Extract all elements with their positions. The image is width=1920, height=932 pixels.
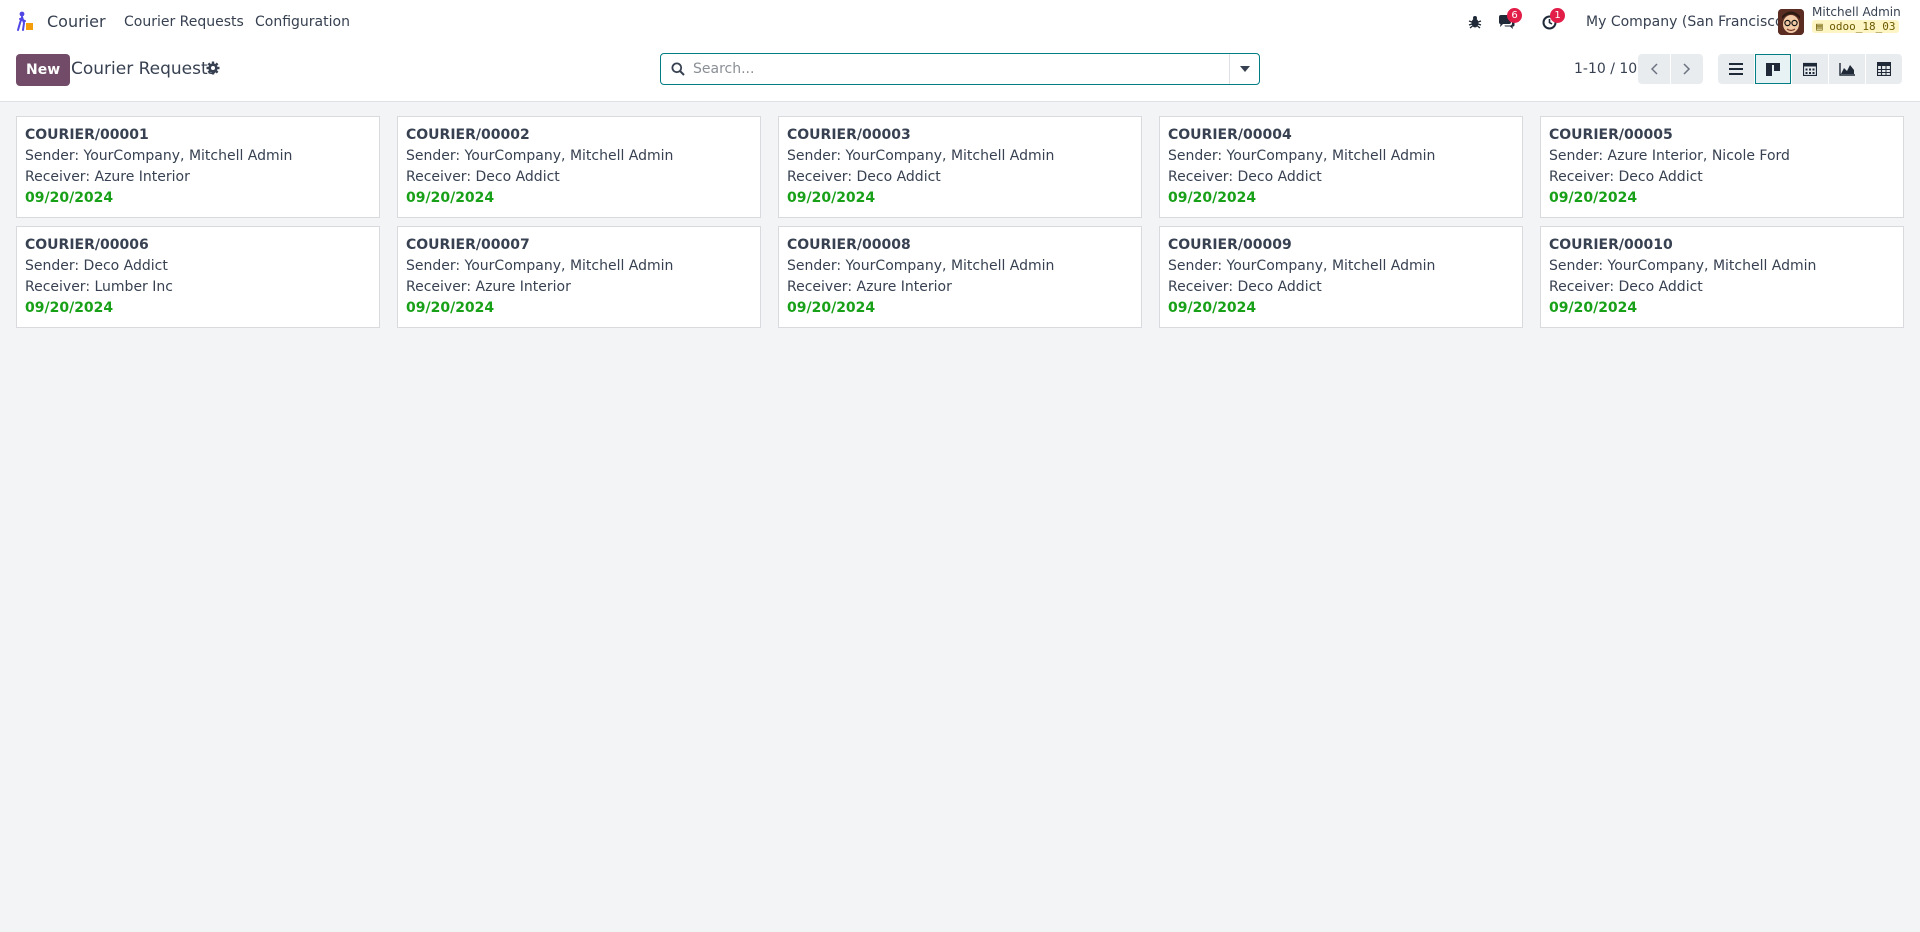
app-name[interactable]: Courier	[47, 12, 106, 31]
record-date: 09/20/2024	[1168, 300, 1257, 316]
search-input[interactable]	[693, 54, 1218, 84]
record-date: 09/20/2024	[406, 300, 495, 316]
top-navbar: Courier Courier Requests Configuration 6…	[0, 0, 1920, 44]
record-receiver: Receiver: Azure Interior	[25, 169, 190, 185]
record-reference: COURIER/00003	[787, 127, 911, 143]
record-receiver: Receiver: Azure Interior	[406, 279, 571, 295]
record-reference: COURIER/00007	[406, 237, 530, 253]
record-date: 09/20/2024	[406, 190, 495, 206]
record-reference: COURIER/00005	[1549, 127, 1673, 143]
record-sender: Sender: YourCompany, Mitchell Admin	[25, 148, 293, 164]
kanban-card[interactable]: COURIER/00003 Sender: YourCompany, Mitch…	[778, 116, 1142, 218]
record-reference: COURIER/00009	[1168, 237, 1292, 253]
record-sender: Sender: YourCompany, Mitchell Admin	[1168, 148, 1436, 164]
record-sender: Sender: YourCompany, Mitchell Admin	[406, 148, 674, 164]
activities-count-badge: 1	[1550, 8, 1565, 23]
caret-down-icon	[1239, 66, 1250, 72]
pager-previous-button[interactable]	[1638, 54, 1670, 84]
record-sender: Sender: Deco Addict	[25, 258, 168, 274]
record-reference: COURIER/00010	[1549, 237, 1673, 253]
menu-courier-requests[interactable]: Courier Requests	[124, 14, 244, 30]
menu-configuration[interactable]: Configuration	[255, 14, 350, 30]
record-sender: Sender: YourCompany, Mitchell Admin	[787, 258, 1055, 274]
gear-icon[interactable]	[206, 61, 220, 75]
control-panel: New Courier Requests 1-10 / 10	[0, 44, 1920, 102]
page-title: Courier Requests	[71, 59, 217, 79]
search-icon	[671, 62, 685, 76]
record-date: 09/20/2024	[1549, 300, 1638, 316]
kanban-card[interactable]: COURIER/00002 Sender: YourCompany, Mitch…	[397, 116, 761, 218]
pivot-view-icon	[1877, 62, 1891, 76]
record-sender: Sender: YourCompany, Mitchell Admin	[1549, 258, 1817, 274]
record-reference: COURIER/00004	[1168, 127, 1292, 143]
kanban-view-icon	[1766, 62, 1780, 76]
kanban-card[interactable]: COURIER/00001 Sender: YourCompany, Mitch…	[16, 116, 380, 218]
database-name-tag: ▤ odoo_18_03	[1812, 20, 1900, 33]
record-receiver: Receiver: Deco Addict	[1549, 279, 1703, 295]
calendar-view-button[interactable]	[1792, 54, 1828, 84]
kanban-card[interactable]: COURIER/00010 Sender: YourCompany, Mitch…	[1540, 226, 1904, 328]
activities-clock-icon[interactable]: 1	[1539, 8, 1565, 32]
kanban-view-button[interactable]	[1755, 54, 1791, 84]
record-date: 09/20/2024	[1168, 190, 1257, 206]
record-receiver: Receiver: Deco Addict	[1168, 169, 1322, 185]
record-receiver: Receiver: Azure Interior	[787, 279, 952, 295]
pivot-view-button[interactable]	[1866, 54, 1902, 84]
user-avatar[interactable]	[1778, 9, 1804, 35]
record-date: 09/20/2024	[25, 190, 114, 206]
record-receiver: Receiver: Deco Addict	[1168, 279, 1322, 295]
record-date: 09/20/2024	[787, 300, 876, 316]
record-receiver: Receiver: Deco Addict	[787, 169, 941, 185]
list-view-button[interactable]	[1718, 54, 1754, 84]
chevron-right-icon	[1683, 63, 1691, 75]
kanban-card[interactable]: COURIER/00006 Sender: Deco Addict Receiv…	[16, 226, 380, 328]
record-receiver: Receiver: Deco Addict	[1549, 169, 1703, 185]
user-name[interactable]: Mitchell Admin	[1812, 5, 1901, 19]
record-date: 09/20/2024	[787, 190, 876, 206]
record-sender: Sender: YourCompany, Mitchell Admin	[1168, 258, 1436, 274]
record-date: 09/20/2024	[25, 300, 114, 316]
database-name: odoo_18_03	[1829, 20, 1896, 33]
kanban-card[interactable]: COURIER/00008 Sender: YourCompany, Mitch…	[778, 226, 1142, 328]
search-options-toggle[interactable]	[1229, 54, 1259, 84]
graph-view-button[interactable]	[1829, 54, 1865, 84]
calendar-view-icon	[1803, 62, 1817, 76]
kanban-card[interactable]: COURIER/00007 Sender: YourCompany, Mitch…	[397, 226, 761, 328]
debug-bug-icon[interactable]	[1465, 12, 1485, 32]
courier-app-icon[interactable]	[16, 10, 36, 32]
messages-count-badge: 6	[1507, 8, 1522, 23]
list-view-icon	[1729, 63, 1743, 75]
record-reference: COURIER/00001	[25, 127, 149, 143]
record-sender: Sender: Azure Interior, Nicole Ford	[1549, 148, 1790, 164]
kanban-card[interactable]: COURIER/00005 Sender: Azure Interior, Ni…	[1540, 116, 1904, 218]
search-bar	[660, 53, 1260, 85]
record-reference: COURIER/00008	[787, 237, 911, 253]
pager-next-button[interactable]	[1671, 54, 1703, 84]
company-switcher[interactable]: My Company (San Francisco)	[1586, 14, 1789, 30]
record-reference: COURIER/00002	[406, 127, 530, 143]
new-button[interactable]: New	[16, 54, 71, 86]
record-receiver: Receiver: Deco Addict	[406, 169, 560, 185]
pager-value[interactable]: 1-10 / 10	[1574, 61, 1637, 77]
record-date: 09/20/2024	[1549, 190, 1638, 206]
record-sender: Sender: YourCompany, Mitchell Admin	[787, 148, 1055, 164]
kanban-card[interactable]: COURIER/00004 Sender: YourCompany, Mitch…	[1159, 116, 1523, 218]
kanban-card[interactable]: COURIER/00009 Sender: YourCompany, Mitch…	[1159, 226, 1523, 328]
messages-chat-icon[interactable]: 6	[1496, 8, 1522, 32]
graph-view-icon	[1839, 62, 1855, 76]
kanban-board: COURIER/00001 Sender: YourCompany, Mitch…	[16, 116, 1904, 328]
record-receiver: Receiver: Lumber Inc	[25, 279, 173, 295]
record-sender: Sender: YourCompany, Mitchell Admin	[406, 258, 674, 274]
record-reference: COURIER/00006	[25, 237, 149, 253]
database-icon: ▤	[1816, 20, 1830, 33]
chevron-left-icon	[1650, 63, 1658, 75]
